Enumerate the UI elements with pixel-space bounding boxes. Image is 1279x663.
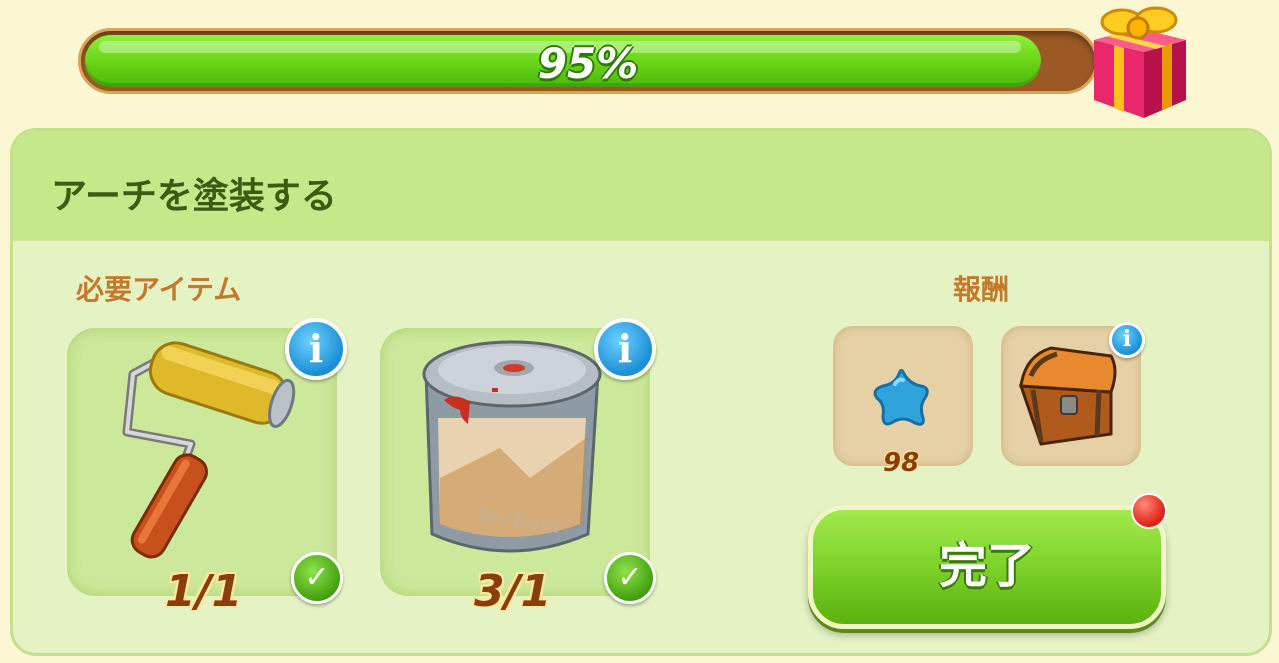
info-icon[interactable]: i <box>285 318 347 380</box>
complete-button[interactable]: 完了 <box>808 505 1166 629</box>
info-icon[interactable]: i <box>594 318 656 380</box>
item-count: 3/1 <box>474 566 552 617</box>
reward-card[interactable]: 98 <box>833 326 973 478</box>
required-item-card[interactable]: Technoi i ✓ 3/1 <box>380 318 656 617</box>
progress-bar: 95% <box>78 28 1098 94</box>
required-item-card[interactable]: i ✓ 1/1 <box>67 318 347 617</box>
item-count: 1/1 <box>165 566 243 617</box>
reward-amount: 98 <box>883 448 920 478</box>
checkmark-icon: ✓ <box>604 552 656 604</box>
gift-box-icon[interactable] <box>1080 0 1192 120</box>
blue-star-icon <box>873 368 929 426</box>
info-icon[interactable]: i <box>1109 322 1145 358</box>
required-items-label: 必要アイテム <box>76 273 242 306</box>
rewards-label: 報酬 <box>953 273 1010 306</box>
progress-percent: 95% <box>537 39 639 88</box>
task-title: アーチを塗装する <box>51 176 337 217</box>
notification-dot-icon <box>1131 493 1167 529</box>
panel-header: アーチを塗装する <box>13 131 1269 241</box>
checkmark-icon: ✓ <box>291 552 343 604</box>
reward-card[interactable]: i <box>1001 322 1145 466</box>
